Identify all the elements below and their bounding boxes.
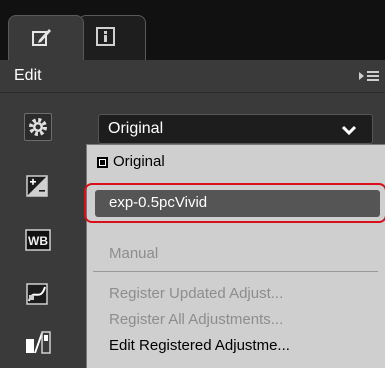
chevron-down-icon xyxy=(342,125,356,136)
menu-item-edit-registered[interactable]: Edit Registered Adjustme... xyxy=(109,337,385,354)
exposure-compensation-icon xyxy=(26,175,48,197)
panel-menu-icon[interactable] xyxy=(357,68,381,84)
settings-tool-button[interactable] xyxy=(24,113,52,141)
settings-icon xyxy=(29,118,47,136)
pencil-edit-icon xyxy=(32,29,51,46)
tool-column: WB xyxy=(0,93,70,368)
white-balance-icon: WB xyxy=(25,229,51,251)
white-balance-tool-button[interactable]: WB xyxy=(24,226,52,254)
edit-panel: Edit WB Original Original exp-0.5pcVivid… xyxy=(0,0,385,368)
info-icon xyxy=(96,27,115,46)
menu-item-register-updated: Register Updated Adjust... xyxy=(109,285,284,302)
menu-item-manual: Manual xyxy=(109,245,159,262)
panel-title: Edit xyxy=(14,67,42,84)
menu-item-exp-vivid[interactable]: exp-0.5pcVivid xyxy=(109,194,385,211)
levels-icon xyxy=(26,331,51,354)
preset-selected-value: Original xyxy=(108,120,164,137)
menu-item-original[interactable]: Original xyxy=(113,153,385,170)
levels-tool-button[interactable] xyxy=(24,329,52,357)
exposure-tool-button[interactable] xyxy=(24,173,52,201)
checked-indicator-icon xyxy=(97,157,108,168)
preset-dropdown[interactable]: Original xyxy=(98,114,373,144)
panel-tabs xyxy=(0,0,385,60)
tab-edit[interactable] xyxy=(8,15,84,60)
tone-curve-tool-button[interactable] xyxy=(24,281,52,309)
tab-info[interactable] xyxy=(78,15,146,60)
tone-curve-icon xyxy=(26,283,48,305)
menu-divider xyxy=(93,271,378,272)
preset-dropdown-menu: Original exp-0.5pcVivid Manual Register … xyxy=(84,144,385,368)
svg-text:WB: WB xyxy=(28,234,48,248)
panel-header: Edit xyxy=(0,60,385,93)
menu-item-register-all: Register All Adjustments... xyxy=(109,311,284,328)
